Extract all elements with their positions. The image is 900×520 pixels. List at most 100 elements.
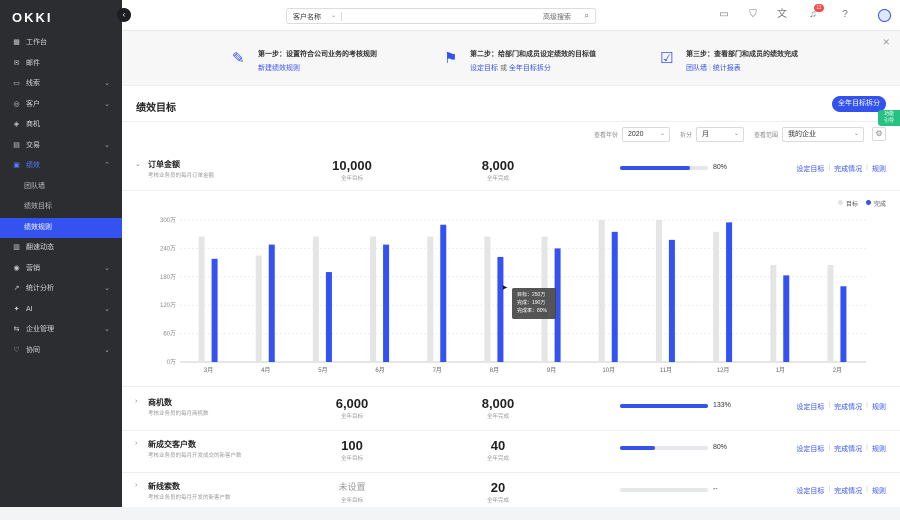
done-bar[interactable] xyxy=(268,244,275,362)
completion-link[interactable]: 完成情况 xyxy=(834,402,862,412)
sidebar-item-2[interactable]: ▭ 线索 ⌄ xyxy=(0,74,122,95)
target-bar[interactable] xyxy=(827,264,834,362)
completion-link[interactable]: 完成情况 xyxy=(834,164,862,174)
sidebar-item-15[interactable]: ♡ 协同 ⌄ xyxy=(0,341,122,362)
annual-split-link[interactable]: 全年目标拆分 xyxy=(509,65,551,72)
done-bar[interactable] xyxy=(325,272,332,362)
settings-icon[interactable]: ⚙ xyxy=(872,127,886,141)
target-bar[interactable] xyxy=(312,236,319,362)
done-bar[interactable] xyxy=(383,244,390,362)
sidebar-item-7[interactable]: 团队墙 xyxy=(0,177,122,198)
separator: | xyxy=(828,486,831,493)
target-bar[interactable] xyxy=(370,236,377,362)
filter-select[interactable]: 月 ⌄ xyxy=(695,126,744,142)
filter-select[interactable]: 我的企业 ⌄ xyxy=(782,126,864,142)
filter-value: 我的企业 xyxy=(788,130,816,138)
expand-chevron-icon[interactable]: › xyxy=(135,440,137,447)
okki-logo[interactable]: OKKI xyxy=(12,10,53,25)
metric-desc: 考核业务员的每月开发的新客户数 xyxy=(148,495,231,501)
expand-chevron-icon[interactable]: ⌄ xyxy=(135,160,141,168)
rules-link[interactable]: 规则 xyxy=(872,486,886,496)
leads-icon: ▭ xyxy=(13,80,20,87)
filter-select[interactable]: 2020 ⌄ xyxy=(621,126,670,142)
collab-icon: ♡ xyxy=(13,346,20,354)
sidebar-item-3[interactable]: ◎ 客户 ⌄ xyxy=(0,95,122,116)
progress-fill xyxy=(620,446,656,450)
collapse-sidebar-button[interactable]: ‹ xyxy=(117,8,131,22)
set-target-link[interactable]: 设定目标 xyxy=(796,444,824,454)
performance-icon: ▣ xyxy=(13,162,20,169)
help-icon[interactable]: ? xyxy=(839,9,851,21)
sidebar-item-4[interactable]: ◈ 商机 xyxy=(0,115,122,136)
x-tick-label: 4月 xyxy=(261,367,270,374)
done-bar[interactable] xyxy=(726,222,733,362)
done-bar[interactable] xyxy=(211,258,218,362)
completion-link[interactable]: 完成情况 xyxy=(834,444,862,454)
sidebar-item-9[interactable]: 绩效规则 xyxy=(0,217,122,238)
expand-chevron-icon[interactable]: › xyxy=(135,398,137,405)
topbar: 客户名称 ⌄ 高级搜索 ⌕ ▭ ⛉ 文 ♫ 11 ? xyxy=(122,0,900,31)
shield-icon[interactable]: ⛉ xyxy=(747,9,759,21)
sidebar-item-10[interactable]: ▥ 翻速动态 xyxy=(0,238,122,259)
done-bar[interactable] xyxy=(497,256,504,362)
target-bar[interactable] xyxy=(484,236,491,362)
new-rule-link[interactable]: 新建绩效规则 xyxy=(258,65,300,72)
set-target-link[interactable]: 设定目标 xyxy=(470,65,498,72)
sidebar-item-0[interactable]: ▦ 工作台 xyxy=(0,33,122,54)
rules-link[interactable]: 规则 xyxy=(872,444,886,454)
set-target-link[interactable]: 设定目标 xyxy=(796,486,824,496)
set-target-link[interactable]: 设定目标 xyxy=(796,402,824,412)
search-icon[interactable]: ⌕ xyxy=(585,11,589,21)
annual-target-label: 全年目标 xyxy=(340,456,363,462)
close-icon[interactable]: ✕ xyxy=(882,37,890,48)
avatar[interactable] xyxy=(878,9,891,22)
divider xyxy=(122,472,900,473)
mouse-cursor-icon: ➤ xyxy=(501,283,508,292)
filter-label: 查看年份 xyxy=(593,132,618,139)
target-bar[interactable] xyxy=(198,236,205,362)
rules-link[interactable]: 规则 xyxy=(872,164,886,174)
sidebar-item-1[interactable]: ✉ 邮件 xyxy=(0,54,122,75)
translate-icon[interactable]: 文 xyxy=(776,9,788,21)
annual-split-button[interactable]: 全年目标拆分 xyxy=(832,96,886,112)
target-bar[interactable] xyxy=(427,236,434,362)
sidebar-item-12[interactable]: ↗ 统计分析 ⌄ xyxy=(0,279,122,300)
x-tick-label: 11月 xyxy=(660,367,672,374)
sidebar-item-6[interactable]: ▣ 绩效 ⌃ xyxy=(0,156,122,177)
y-tick-label: 240万 xyxy=(160,245,176,252)
done-bar[interactable] xyxy=(783,275,790,362)
sidebar-item-5[interactable]: ▤ 交易 ⌄ xyxy=(0,136,122,157)
target-bar[interactable] xyxy=(255,255,262,363)
feature-guide-tab[interactable]: 功能 引导 xyxy=(878,110,900,126)
done-bar[interactable] xyxy=(840,286,847,362)
rules-link[interactable]: 规则 xyxy=(872,402,886,412)
done-bar[interactable] xyxy=(440,224,447,362)
target-bar[interactable] xyxy=(770,264,777,362)
metric-row: › 新线索数 考核业务员的每月开发的新客户数 未设置 全年目标 20 全年完成 -- 设定目标 |… xyxy=(122,480,900,520)
annual-done-value: 8,000 xyxy=(481,396,515,411)
completion-link[interactable]: 完成情况 xyxy=(834,486,862,496)
team-wall-link[interactable]: 团队墙 xyxy=(686,65,707,72)
done-bar[interactable] xyxy=(611,231,618,362)
sidebar-item-8[interactable]: 绩效目标 xyxy=(0,197,122,218)
expand-chevron-icon[interactable]: › xyxy=(135,482,137,489)
search-type-select[interactable]: 客户名称 xyxy=(293,12,321,22)
stats-report-link[interactable]: 统计报表 xyxy=(713,65,741,72)
separator: | xyxy=(828,444,831,451)
target-bar[interactable] xyxy=(598,220,605,362)
sidebar-item-13[interactable]: ✦ AI ⌄ xyxy=(0,300,122,321)
global-search[interactable]: 客户名称 ⌄ 高级搜索 ⌕ xyxy=(286,8,596,24)
set-target-link[interactable]: 设定目标 xyxy=(796,164,824,174)
advanced-search-link[interactable]: 高级搜索 xyxy=(543,12,571,22)
done-bar[interactable] xyxy=(668,239,675,362)
sidebar-item-11[interactable]: ◉ 营销 ⌄ xyxy=(0,259,122,280)
inbox-icon[interactable]: ▭ xyxy=(718,9,730,21)
sidebar-item-14[interactable]: ⇆ 企业管理 ⌄ xyxy=(0,320,122,341)
progress-fill xyxy=(620,404,708,408)
target-bar[interactable] xyxy=(713,231,720,362)
annual-target-label: 全年目标 xyxy=(340,498,363,504)
target-bar[interactable] xyxy=(655,220,662,362)
sidebar-item-label: 协同 xyxy=(26,346,40,354)
metric-row: › 新成交客户数 考核业务员的每月开发成交的新客户数 100 全年目标 40 全年完成 80%… xyxy=(122,438,900,478)
metric-desc: 考核业务员的每月订单金额 xyxy=(148,173,215,179)
